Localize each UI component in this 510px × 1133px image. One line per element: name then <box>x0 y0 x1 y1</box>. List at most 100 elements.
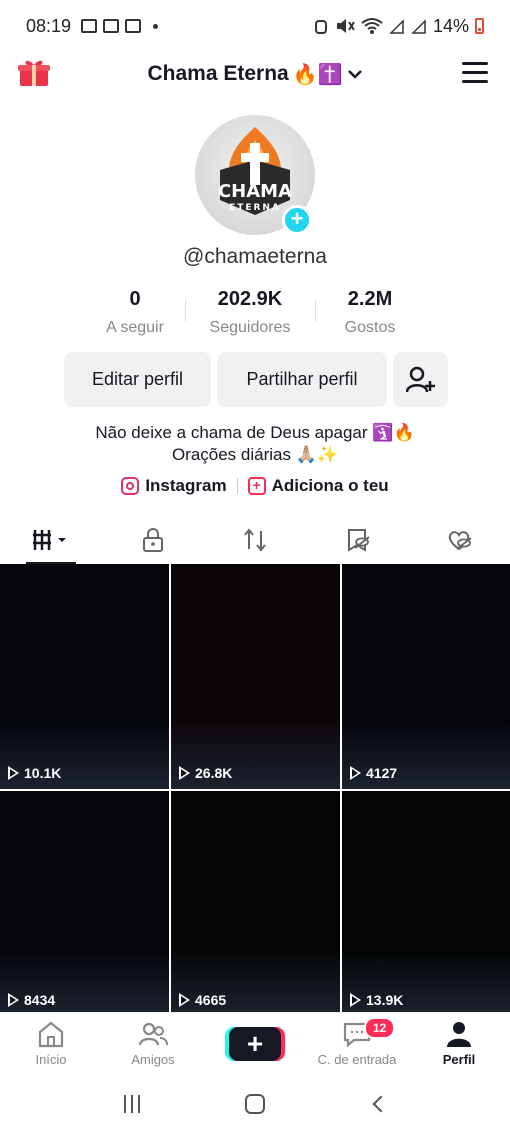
nav-friends[interactable]: Amigos <box>102 1013 204 1074</box>
profile-stats: 0 A seguir 202.9K Seguidores 2.2M Gostos <box>0 288 510 337</box>
view-count: 4665 <box>179 992 226 1008</box>
tab-liked[interactable] <box>408 516 510 564</box>
view-count: 4127 <box>350 765 397 781</box>
menu-icon[interactable] <box>462 62 488 84</box>
stat-label: A seguir <box>106 319 164 336</box>
inbox-badge: 12 <box>364 1017 396 1039</box>
alarm-icon <box>314 20 327 34</box>
bio-line: Orações diárias 🙏🏼✨ <box>171 445 339 464</box>
add-link-icon: + <box>247 477 266 495</box>
instagram-link[interactable]: Instagram <box>121 476 227 496</box>
stat-label: Seguidores <box>209 319 291 336</box>
add-link-button[interactable]: + Adiciona o teu <box>247 476 389 496</box>
account-switcher[interactable]: Chama Eterna 🔥✝️ <box>147 62 362 87</box>
battery-icon <box>475 18 484 34</box>
stat-value: 0 <box>129 288 141 310</box>
view-count-text: 26.8K <box>195 765 233 781</box>
play-icon <box>350 993 361 1007</box>
nav-profile[interactable]: Perfil <box>408 1013 510 1074</box>
edit-profile-button[interactable]: Editar perfil <box>64 352 211 407</box>
nav-label: Amigos <box>131 1052 175 1067</box>
add-story-button[interactable]: + <box>282 205 312 235</box>
lock-icon <box>143 528 163 552</box>
more-notifications-icon <box>153 23 159 29</box>
nav-create[interactable]: + <box>204 1013 306 1074</box>
create-button[interactable]: + <box>225 1026 285 1061</box>
back-icon <box>372 1095 390 1112</box>
profile-bio: Não deixe a chama de Deus apagar 🛐🔥 Oraç… <box>0 422 510 466</box>
video-thumbnail[interactable]: 10.1K <box>0 564 169 789</box>
tab-reposts[interactable] <box>204 516 306 564</box>
voicemail-icon <box>103 19 120 33</box>
profile-links: Instagram + Adiciona o teu <box>0 476 510 496</box>
svg-text:CHAMA: CHAMA <box>218 181 292 202</box>
plus-icon: + <box>246 1027 264 1059</box>
profile-actions: Editar perfil Partilhar perfil <box>64 352 448 407</box>
wifi-icon <box>361 18 383 34</box>
nav-label: Perfil <box>442 1052 476 1067</box>
friends-icon <box>138 1022 168 1046</box>
home-button[interactable] <box>240 1089 270 1119</box>
play-icon <box>179 993 190 1007</box>
status-right: 14% <box>313 16 484 37</box>
chevron-down-icon <box>347 70 362 79</box>
add-user-icon <box>405 366 435 392</box>
play-icon <box>8 993 19 1007</box>
share-profile-button[interactable]: Partilhar perfil <box>217 352 387 407</box>
battery-percent: 14% <box>432 15 469 36</box>
tab-saved[interactable] <box>306 516 408 564</box>
heart-hidden-icon <box>448 531 472 551</box>
recents-button[interactable] <box>117 1089 147 1119</box>
home-circle-icon <box>244 1093 265 1114</box>
add-friends-button[interactable] <box>393 352 448 407</box>
view-count-text: 10.1K <box>24 765 62 781</box>
username: @chamaeterna <box>183 245 327 268</box>
nav-inbox[interactable]: C. de entrada 12 <box>306 1013 408 1074</box>
instagram-label: Instagram <box>145 476 227 495</box>
videos-grid-icon <box>33 530 66 550</box>
stat-followers[interactable]: 202.9K Seguidores <box>185 288 315 337</box>
view-count-text: 13.9K <box>366 992 404 1008</box>
page-title: Chama Eterna <box>147 62 289 85</box>
gallery-icon <box>81 19 98 33</box>
video-thumbnail[interactable]: 26.8K <box>171 564 340 789</box>
video-thumbnail[interactable]: 8434 <box>0 791 169 1016</box>
mute-icon <box>336 19 355 33</box>
nav-label: Início <box>35 1052 67 1067</box>
view-count: 26.8K <box>179 765 232 781</box>
bookmark-hidden-icon <box>348 529 370 552</box>
recents-icon <box>123 1094 140 1113</box>
nav-home[interactable]: Início <box>0 1013 102 1074</box>
view-count: 13.9K <box>350 992 403 1008</box>
play-icon <box>8 766 19 780</box>
instagram-icon <box>121 477 140 495</box>
gift-icon[interactable] <box>18 58 50 88</box>
title-emojis: 🔥✝️ <box>292 63 343 86</box>
status-bar: 08:19 14% <box>0 0 510 52</box>
video-thumbnail[interactable]: 13.9K <box>342 791 510 1016</box>
view-count-text: 4127 <box>366 765 398 781</box>
signal-icon <box>389 19 404 34</box>
bio-line: Não deixe a chama de Deus apagar 🛐🔥 <box>95 423 415 442</box>
voicemail-icon <box>125 19 142 33</box>
tab-private[interactable] <box>102 516 204 564</box>
video-thumbnail[interactable]: 4127 <box>342 564 510 789</box>
status-time: 08:19 <box>26 15 72 36</box>
back-button[interactable] <box>363 1089 393 1119</box>
play-icon <box>179 766 190 780</box>
stat-value: 2.2M <box>347 288 393 310</box>
stat-likes[interactable]: 2.2M Gostos <box>315 288 425 337</box>
play-icon <box>350 766 361 780</box>
notification-icons <box>81 19 159 33</box>
system-nav <box>0 1074 510 1133</box>
video-thumbnail[interactable]: 4665 <box>171 791 340 1016</box>
nav-label: C. de entrada <box>317 1052 397 1067</box>
video-grid: 10.1K 26.8K 4127 8434 4665 13.9K <box>0 564 510 1016</box>
view-count: 10.1K <box>8 765 61 781</box>
tab-videos[interactable] <box>0 516 102 564</box>
home-icon <box>38 1021 64 1048</box>
view-count: 8434 <box>8 992 55 1008</box>
stat-following[interactable]: 0 A seguir <box>85 288 185 337</box>
add-link-label: Adiciona o teu <box>271 476 389 495</box>
repost-icon <box>244 528 266 552</box>
